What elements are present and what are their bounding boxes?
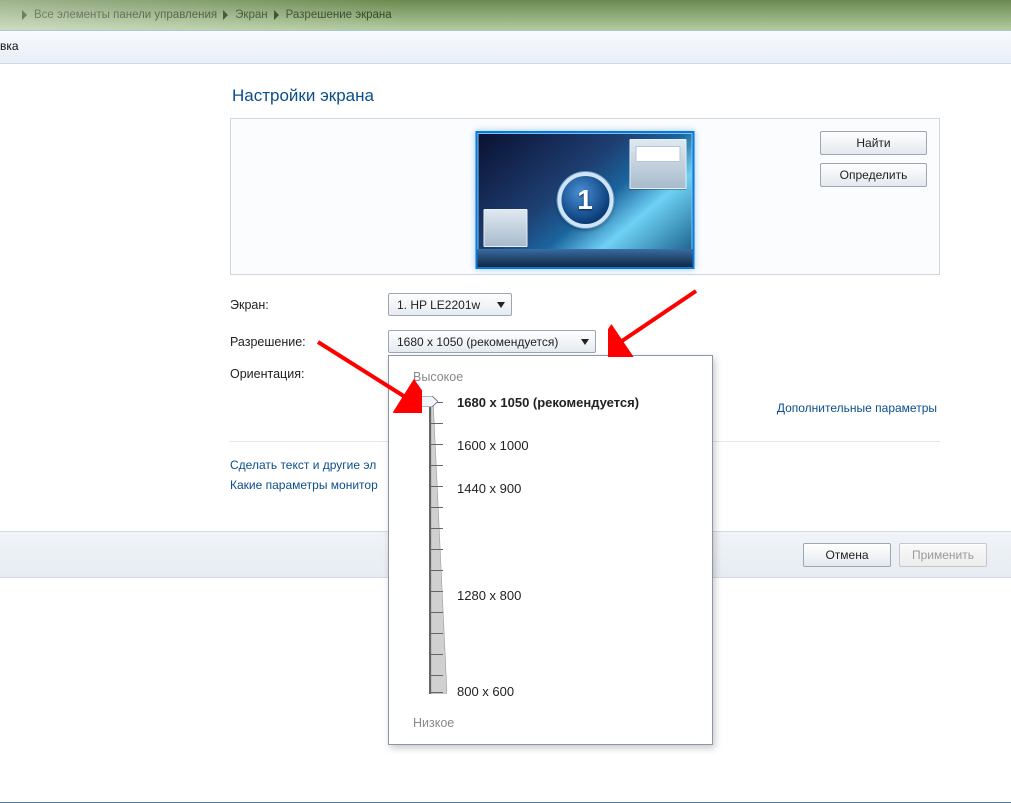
chevron-down-icon — [497, 302, 505, 308]
screen-dropdown[interactable]: 1. HP LE2201w — [388, 293, 512, 316]
chevron-right-icon — [22, 10, 28, 20]
resolution-option-800[interactable]: 800 x 600 — [457, 684, 514, 699]
row-screen: Экран: 1. HP LE2201w — [230, 293, 940, 316]
resolution-option-1440[interactable]: 1440 x 900 — [457, 481, 521, 496]
toolbar: вка — [0, 31, 1011, 64]
chevron-down-icon — [581, 339, 589, 345]
breadcrumb-item[interactable]: Разрешение экрана — [286, 9, 392, 21]
page-title: Настройки экрана — [232, 86, 940, 106]
screen-label: Экран: — [230, 298, 388, 312]
breadcrumb-item[interactable]: Все элементы панели управления — [34, 9, 217, 21]
monitor-preview-box: 1 Найти Определить — [230, 118, 940, 275]
advanced-link[interactable]: Дополнительные параметры — [777, 401, 937, 415]
annotation-arrow-icon — [608, 287, 698, 357]
breadcrumb-item[interactable]: Экран — [235, 9, 267, 21]
monitor-preview[interactable]: 1 — [476, 131, 695, 269]
chevron-right-icon — [274, 10, 280, 20]
toolbar-label-frag: вка — [0, 39, 19, 53]
resolution-option-1680[interactable]: 1680 x 1050 (рекомендуется) — [457, 395, 639, 410]
cancel-button[interactable]: Отмена — [803, 543, 891, 567]
breadcrumb-frag: я — [0, 5, 1, 19]
monitor-number-badge: 1 — [557, 172, 613, 228]
resolution-dropdown-panel[interactable]: Высокое Низкое 1680 x 1050 (рекомендуетс… — [388, 355, 713, 745]
slider-wedge-icon — [431, 398, 447, 694]
apply-button: Применить — [899, 543, 987, 567]
chevron-right-icon — [223, 10, 229, 20]
detect-button[interactable]: Определить — [820, 163, 927, 187]
find-button[interactable]: Найти — [820, 131, 927, 155]
breadcrumb[interactable]: Все элементы панели управления Экран Раз… — [14, 3, 400, 27]
annotation-arrow-icon — [312, 338, 422, 413]
preview-window-icon — [630, 139, 687, 189]
preview-window-small-icon — [484, 209, 528, 247]
resolution-option-1600[interactable]: 1600 x 1000 — [457, 438, 529, 453]
slider-low-label: Низкое — [413, 716, 454, 730]
window-glass-top: я Все элементы панели управления Экран Р… — [0, 0, 1011, 31]
resolution-option-1280[interactable]: 1280 x 800 — [457, 588, 521, 603]
